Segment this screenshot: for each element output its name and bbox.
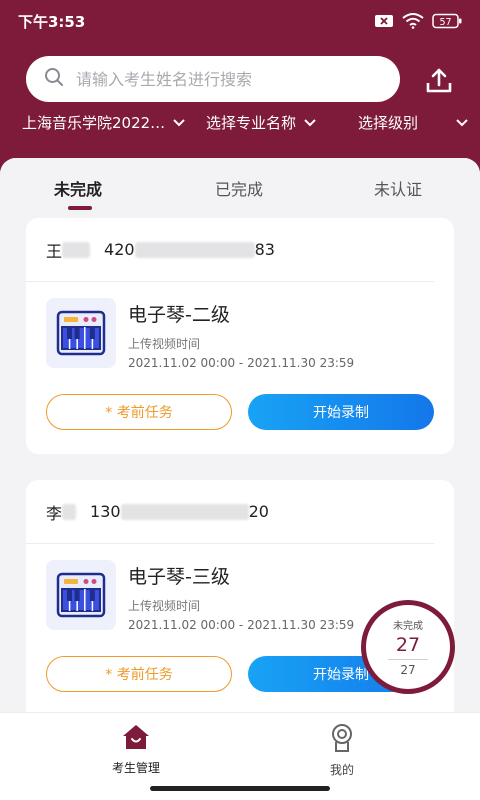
counter-divider — [388, 659, 428, 660]
pre-exam-task-button[interactable]: * 考前任务 — [46, 394, 232, 430]
keyboard-icon — [46, 560, 116, 630]
search-box[interactable] — [26, 56, 400, 102]
upload-time-label: 上传视频时间 — [128, 337, 201, 351]
wifi-icon — [402, 13, 424, 29]
redacted-id — [120, 503, 249, 520]
status-icons: 57 — [374, 13, 462, 29]
level-filter[interactable]: 选择级别 — [358, 112, 468, 133]
tab-unverified[interactable]: 未认证 — [374, 176, 422, 200]
major-filter[interactable]: 选择专业名称 — [206, 112, 316, 133]
level-filter-label: 选择级别 — [358, 113, 419, 132]
start-recording-button[interactable]: 开始录制 — [248, 394, 434, 430]
student-name: 王 — [46, 241, 63, 261]
student-info: 王 420 83 — [26, 218, 434, 282]
tab-bar: 未完成 已完成 未认证 — [0, 158, 480, 214]
pre-exam-task-button[interactable]: * 考前任务 — [46, 656, 232, 692]
profile-icon — [328, 723, 356, 757]
status-bar: 下午3:53 57 — [0, 0, 480, 42]
school-filter-label: 上海音乐学院2022… — [22, 113, 166, 132]
counter-label: 未完成 — [393, 621, 423, 632]
major-filter-label: 选择专业名称 — [206, 113, 297, 132]
counter-total: 27 — [400, 663, 416, 677]
battery-icon: 57 — [432, 13, 462, 29]
chevron-down-icon — [173, 113, 185, 131]
upload-button[interactable] — [424, 66, 454, 100]
nav-me-label: 我的 — [329, 763, 354, 777]
active-tab-indicator — [68, 206, 92, 210]
redacted-name — [62, 241, 91, 258]
upload-time-label: 上传视频时间 — [128, 599, 201, 613]
exam-title: 电子琴-三级 — [128, 566, 230, 588]
status-time: 下午3:53 — [18, 12, 86, 31]
school-filter[interactable]: 上海音乐学院2022… — [22, 112, 185, 133]
exam-title: 电子琴-二级 — [128, 304, 230, 326]
upload-time-range: 2021.11.02 00:00 - 2021.11.30 23:59 — [128, 618, 355, 632]
nav-student-management[interactable]: 考生管理 — [96, 723, 176, 776]
student-id-prefix: 130 — [90, 502, 121, 521]
student-card[interactable]: 王 420 83 电子琴-二级 上传视频时间 2021.11.02 00:00 … — [26, 218, 454, 454]
redacted-name — [62, 503, 77, 520]
exam-info: 电子琴-二级 上传视频时间 2021.11.02 00:00 - 2021.11… — [128, 298, 354, 370]
student-id-prefix: 420 — [104, 240, 135, 259]
nav-me[interactable]: 我的 — [302, 723, 382, 778]
incomplete-counter[interactable]: 未完成 27 27 — [361, 600, 455, 694]
upload-icon — [426, 68, 452, 93]
upload-time-range: 2021.11.02 00:00 - 2021.11.30 23:59 — [128, 356, 355, 370]
search-row — [26, 56, 460, 102]
header: 下午3:53 57 上海音乐学院2022… — [0, 0, 480, 180]
tab-incomplete[interactable]: 未完成 — [54, 176, 102, 200]
tab-complete[interactable]: 已完成 — [215, 176, 263, 200]
exam-row: 电子琴-三级 上传视频时间 2021.11.02 00:00 - 2021.11… — [46, 560, 354, 632]
nav-home-label: 考生管理 — [111, 761, 160, 775]
sim-off-icon — [374, 13, 394, 29]
chevron-down-icon — [456, 113, 468, 131]
student-id-suffix: 83 — [254, 240, 275, 259]
search-icon — [44, 67, 64, 91]
student-info: 李 130 20 — [26, 480, 434, 544]
exam-row: 电子琴-二级 上传视频时间 2021.11.02 00:00 - 2021.11… — [46, 298, 354, 370]
redacted-id — [134, 241, 255, 258]
home-icon — [121, 723, 151, 755]
search-input[interactable] — [76, 69, 376, 89]
home-indicator — [150, 786, 330, 791]
battery-level: 57 — [439, 17, 451, 28]
keyboard-icon — [46, 298, 116, 368]
student-name: 李 — [46, 503, 63, 523]
chevron-down-icon — [304, 113, 316, 131]
exam-info: 电子琴-三级 上传视频时间 2021.11.02 00:00 - 2021.11… — [128, 560, 354, 632]
counter-value: 27 — [395, 634, 421, 656]
student-id-suffix: 20 — [248, 502, 269, 521]
